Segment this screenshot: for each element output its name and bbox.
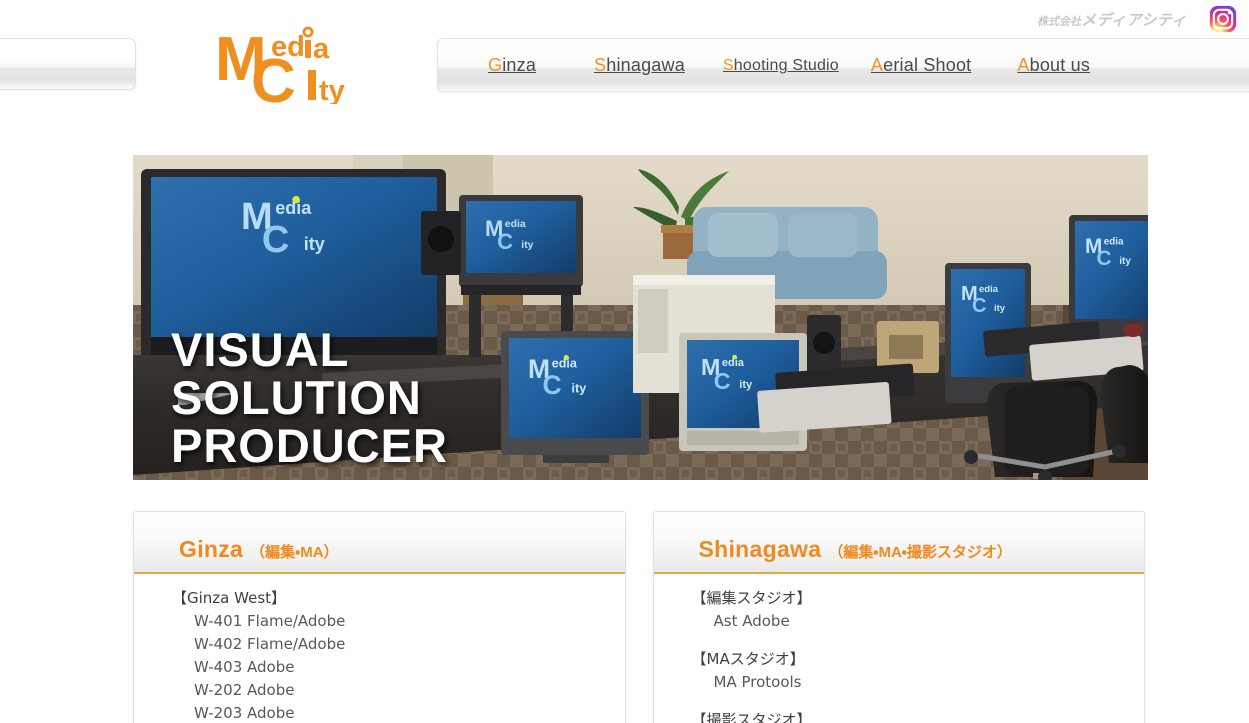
site-logo[interactable]: M C ed a ty xyxy=(215,22,367,104)
nav-item-about-us[interactable]: About us xyxy=(1017,55,1090,76)
card-shinagawa-body: 【編集スタジオ】 Ast Adobe 【MAスタジオ】 MA Protools … xyxy=(654,574,1145,723)
group-title: 【撮影スタジオ】 xyxy=(691,711,812,723)
svg-text:C: C xyxy=(262,219,289,261)
svg-text:C: C xyxy=(543,370,562,400)
group-editing-studio: 【編集スタジオ】 Ast Adobe xyxy=(692,586,1145,633)
svg-text:ity: ity xyxy=(521,240,533,251)
nav-item-aerial-shoot-rest: erial Shoot xyxy=(883,55,972,75)
hero-caption-line-3: PRODUCER xyxy=(171,419,448,472)
media-city-logo-icon[interactable]: M C ed a ty xyxy=(215,22,367,104)
svg-text:ed: ed xyxy=(271,31,305,63)
corporate-name-main: メディアシティ xyxy=(1081,11,1187,29)
svg-text:C: C xyxy=(714,368,731,394)
nav-item-shinagawa-cap: S xyxy=(594,55,607,75)
svg-text:ity: ity xyxy=(1119,256,1131,267)
nav-left-decoration xyxy=(0,38,136,90)
nav-item-shooting-studio-cap: S xyxy=(722,57,734,74)
group-title: 【Ginza West】 xyxy=(172,589,287,607)
card-ginza-subtitle: （編集・MA） xyxy=(250,544,339,561)
main-navigation[interactable]: Ginza Shinagawa Shooting Studio Aerial S… xyxy=(437,38,1249,92)
svg-text:ty: ty xyxy=(319,75,345,104)
nav-item-shooting-studio-rest: hooting Studio xyxy=(733,57,839,74)
svg-text:ity: ity xyxy=(304,234,325,254)
svg-text:C: C xyxy=(497,229,513,254)
svg-text:ity: ity xyxy=(739,379,753,391)
svg-text:edia: edia xyxy=(1104,236,1124,247)
list-item[interactable]: W-202 Adobe xyxy=(172,679,625,702)
card-shinagawa[interactable]: Shinagawa （編集・MA・撮影スタジオ） 【編集スタジオ】 Ast Ad… xyxy=(652,511,1145,723)
card-ginza[interactable]: Ginza （編集・MA） 【Ginza West】 W-401 Flame/A… xyxy=(133,511,626,723)
corporate-name-prefix: 株式会社 xyxy=(1037,15,1082,28)
list-item[interactable]: MA Protools xyxy=(692,671,1145,694)
svg-text:a: a xyxy=(313,33,330,65)
nav-item-ginza-rest: inza xyxy=(502,55,537,75)
nav-item-shooting-studio[interactable]: Shooting Studio xyxy=(723,57,839,75)
list-item[interactable]: W-402 Flame/Adobe xyxy=(172,633,625,656)
corporate-name: 株式会社メディアシティ xyxy=(1037,9,1187,30)
list-item[interactable]: W-403 Adobe xyxy=(172,656,625,679)
svg-text:edia: edia xyxy=(505,219,526,230)
nav-item-ginza[interactable]: Ginza xyxy=(488,55,536,76)
list-item[interactable]: W-401 Flame/Adobe xyxy=(172,610,625,633)
studio-cards: Ginza （編集・MA） 【Ginza West】 W-401 Flame/A… xyxy=(133,511,1145,723)
nav-item-shinagawa-rest: hinagawa xyxy=(606,55,685,75)
instagram-link[interactable] xyxy=(1209,5,1237,33)
svg-text:ity: ity xyxy=(994,303,1006,314)
nav-item-aerial-shoot-cap: A xyxy=(870,55,884,75)
nav-item-about-us-cap: A xyxy=(1017,55,1030,75)
nav-item-about-us-rest: bout us xyxy=(1029,55,1091,75)
group-title: 【編集スタジオ】 xyxy=(691,589,812,607)
hero-caption-line-1: VISUAL xyxy=(171,323,350,376)
card-ginza-title: Ginza xyxy=(179,536,244,562)
corporate-identity: 株式会社メディアシティ xyxy=(1037,4,1237,34)
hero-caption: VISUAL SOLUTION PRODUCER xyxy=(171,326,448,470)
group-ma-studio: 【MAスタジオ】 MA Protools xyxy=(692,647,1145,694)
group-ginza-west: 【Ginza West】 W-401 Flame/Adobe W-402 Fla… xyxy=(172,586,625,723)
card-ginza-body: 【Ginza West】 W-401 Flame/Adobe W-402 Fla… xyxy=(134,574,625,723)
monitor-a: M C edia ity xyxy=(501,331,649,463)
nav-item-aerial-shoot[interactable]: Aerial Shoot xyxy=(871,55,971,76)
group-shooting-studio: 【撮影スタジオ】 S4 白ホリ〔ムービー / 同録可能〕 xyxy=(692,708,1145,723)
card-shinagawa-subtitle: （編集・MA・撮影スタジオ） xyxy=(828,544,1012,561)
svg-text:edia: edia xyxy=(979,284,999,295)
card-ginza-header: Ginza （編集・MA） xyxy=(134,512,625,574)
hero-caption-line-2: SOLUTION xyxy=(171,371,422,424)
svg-text:C: C xyxy=(972,295,986,317)
list-item[interactable]: Ast Adobe xyxy=(692,610,1145,633)
group-title: 【MAスタジオ】 xyxy=(691,650,805,668)
svg-text:ity: ity xyxy=(572,382,587,396)
instagram-icon[interactable] xyxy=(1209,5,1237,33)
svg-text:C: C xyxy=(1096,247,1111,270)
nav-item-ginza-cap: G xyxy=(488,55,503,75)
list-item[interactable]: W-203 Adobe xyxy=(172,702,625,723)
monitor-d: M C edia ity xyxy=(1069,215,1148,341)
card-shinagawa-header: Shinagawa （編集・MA・撮影スタジオ） xyxy=(653,512,1144,574)
card-shinagawa-title: Shinagawa xyxy=(698,536,822,562)
hero-banner[interactable]: M C edia ity M C edia ity M C edia ity M… xyxy=(133,155,1148,480)
nav-item-shinagawa[interactable]: Shinagawa xyxy=(594,55,685,76)
page-root: 株式会社メディアシティ M C ed a ty Ginza Shinagawa … xyxy=(0,0,1249,723)
